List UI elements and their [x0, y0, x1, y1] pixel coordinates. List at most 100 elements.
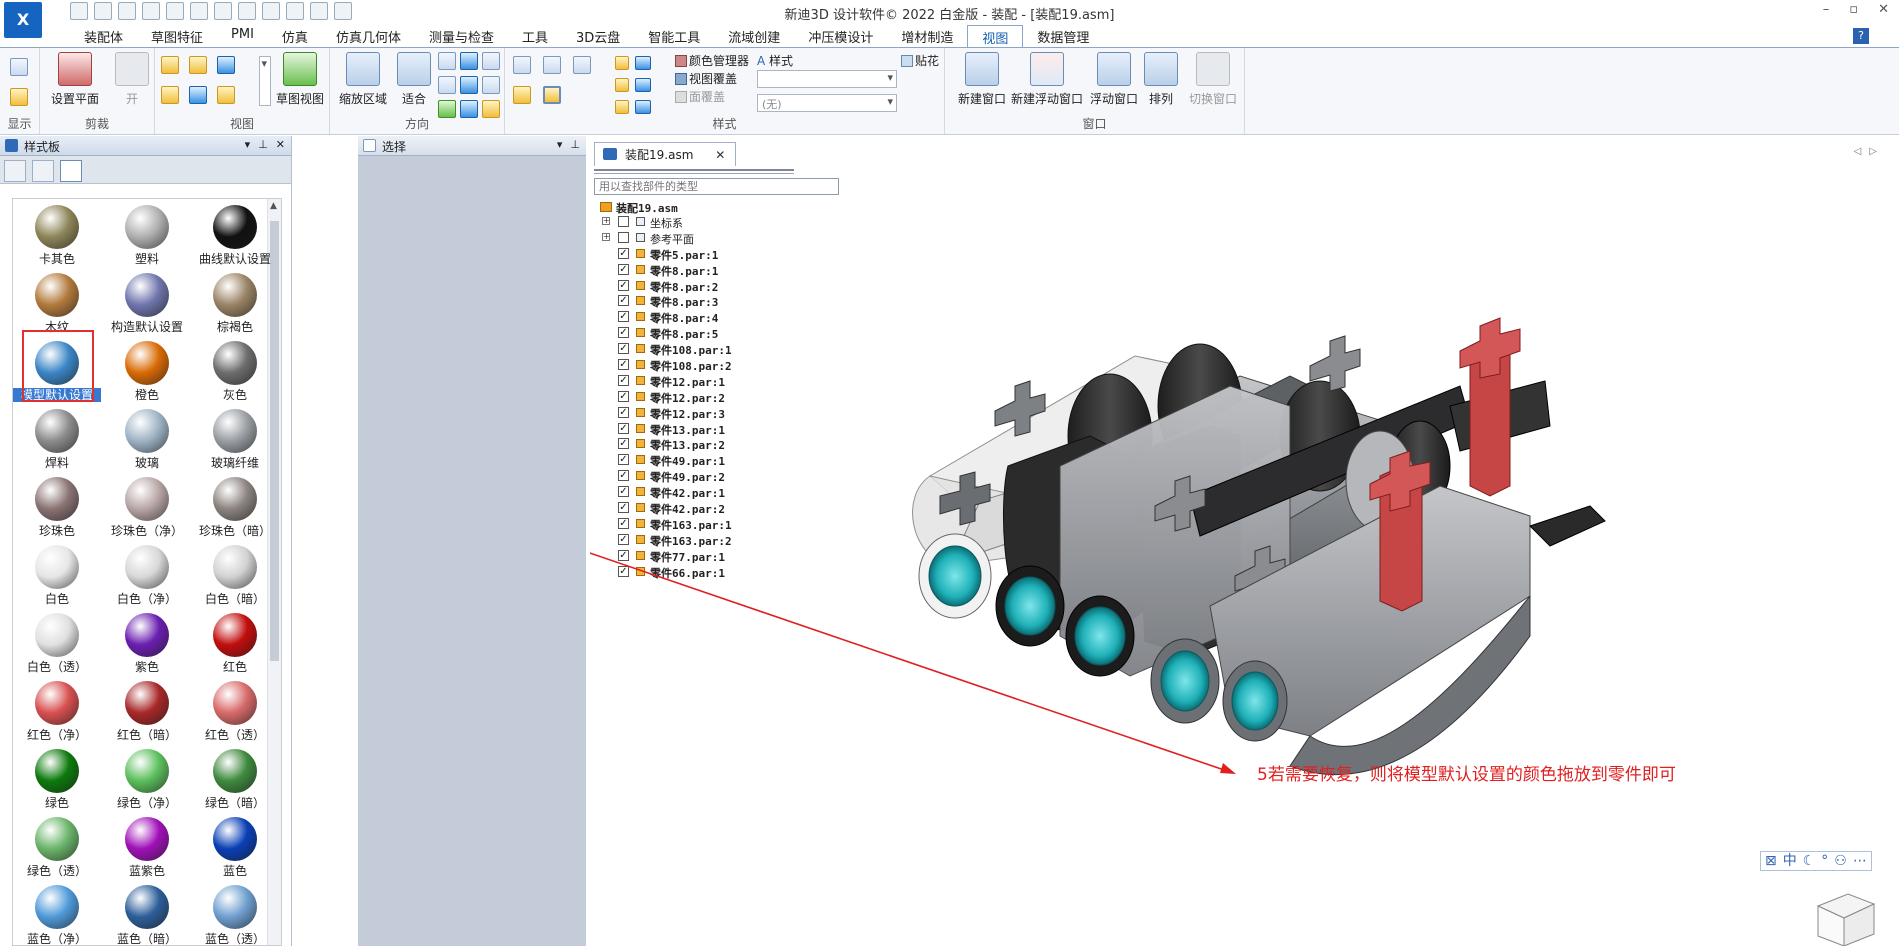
visibility-checkbox[interactable]	[618, 231, 629, 243]
tree-item[interactable]: ✓ 零件66.par:1	[600, 565, 900, 581]
tree-item[interactable]: ✓ 零件8.par:3	[600, 294, 900, 310]
panel-close-icon[interactable]: ✕	[276, 138, 285, 151]
document-tab[interactable]: 装配19.asm ✕	[594, 142, 737, 166]
tree-item[interactable]: ✓ 零件12.par:1	[600, 374, 900, 390]
view-top-icon[interactable]	[161, 56, 179, 74]
visibility-checkbox[interactable]: ✓	[618, 327, 629, 339]
status-icon[interactable]: °	[1821, 853, 1828, 869]
assembly-model[interactable]	[912, 317, 1606, 775]
view-combo-scroll[interactable]	[259, 56, 271, 106]
material-swatch[interactable]: 紫色	[103, 607, 191, 675]
tree-item[interactable]: ✓ 零件77.par:1	[600, 549, 900, 565]
material-swatch[interactable]: 曲线默认设置	[191, 199, 279, 267]
tree-item[interactable]: ✓ 零件108.par:2	[600, 358, 900, 374]
view-bottom-icon[interactable]	[217, 86, 235, 104]
visibility-checkbox[interactable]: ✓	[618, 422, 629, 434]
material-swatch[interactable]: 白色（净）	[103, 539, 191, 607]
visibility-checkbox[interactable]: ✓	[618, 565, 629, 577]
visibility-checkbox[interactable]: ✓	[618, 486, 629, 498]
visibility-checkbox[interactable]: ✓	[618, 438, 629, 450]
panel-pin-icon[interactable]: ⊥	[258, 138, 268, 151]
sketch-view-button[interactable]: 草图视图	[273, 52, 327, 107]
arrange-button[interactable]: 排列	[1143, 52, 1179, 107]
reflect-icon[interactable]	[615, 100, 629, 114]
expand-icon[interactable]: +	[602, 217, 610, 225]
visibility-checkbox[interactable]: ✓	[618, 406, 629, 418]
tree-item[interactable]: ✓ 零件8.par:5	[600, 326, 900, 342]
menu-tab-11[interactable]: 增材制造	[887, 25, 967, 47]
tree-item[interactable]: ✓ 零件8.par:1	[600, 263, 900, 279]
new-window-button[interactable]: 新建窗口	[957, 52, 1007, 107]
tree-item[interactable]: ✓ 零件8.par:2	[600, 279, 900, 295]
minimize-button[interactable]: –	[1823, 2, 1830, 17]
tree-item[interactable]: + 参考平面	[600, 231, 900, 247]
tree-item[interactable]: ✓ 零件108.par:1	[600, 342, 900, 358]
rotate-icon[interactable]	[460, 76, 478, 94]
expand-icon[interactable]: +	[602, 232, 610, 241]
palette-tab-structure[interactable]	[32, 160, 54, 182]
status-icon[interactable]: ☾	[1803, 853, 1816, 869]
material-swatch[interactable]: 构造默认设置	[103, 267, 191, 335]
shaded-icon[interactable]	[513, 86, 531, 104]
visibility-checkbox[interactable]: ✓	[618, 311, 629, 323]
view-cube[interactable]	[1808, 886, 1878, 946]
visibility-checkbox[interactable]: ✓	[618, 533, 629, 545]
texture-icon[interactable]	[635, 100, 651, 114]
material-swatch[interactable]: 卡其色	[13, 199, 101, 267]
material-swatch[interactable]: 珍珠色（净）	[103, 471, 191, 539]
visibility-checkbox[interactable]: ✓	[618, 470, 629, 482]
wireframe-icon[interactable]	[513, 56, 531, 74]
help-icon[interactable]: ?	[1853, 28, 1869, 44]
style-combo[interactable]	[757, 70, 897, 88]
visibility-checkbox[interactable]: ✓	[618, 279, 629, 291]
visible-edges-icon[interactable]	[573, 56, 591, 74]
material-swatch[interactable]: 红色	[191, 607, 279, 675]
fit-button[interactable]: 适合	[396, 52, 432, 107]
zoom-area-button[interactable]: 缩放区域	[338, 52, 388, 107]
spin-icon[interactable]	[482, 76, 500, 94]
shaded-edges-icon[interactable]	[543, 86, 561, 104]
status-icon[interactable]: ⊠	[1765, 853, 1777, 869]
menu-tab-2[interactable]: PMI	[217, 25, 268, 47]
menu-tab-9[interactable]: 流域创建	[714, 25, 794, 47]
set-plane-button[interactable]: 设置平面	[50, 52, 100, 107]
zoom-window-icon[interactable]	[438, 76, 456, 94]
material-swatch[interactable]: 珍珠色（暗）	[191, 471, 279, 539]
tree-item[interactable]: ✓ 零件12.par:3	[600, 406, 900, 422]
perspective-icon[interactable]	[635, 56, 651, 70]
menu-tab-6[interactable]: 工具	[508, 25, 562, 47]
tree-item[interactable]: ✓ 零件163.par:2	[600, 533, 900, 549]
color-manager-button[interactable]: 颜色管理器	[675, 52, 749, 69]
select-panel-pin-icon[interactable]: ⊥	[570, 138, 580, 151]
tree-item[interactable]: ✓ 零件42.par:1	[600, 485, 900, 501]
visibility-checkbox[interactable]: ✓	[618, 359, 629, 371]
tree-item[interactable]: ✓ 零件5.par:1	[600, 247, 900, 263]
menu-tab-7[interactable]: 3D云盘	[562, 25, 634, 47]
tree-item[interactable]: ✓ 零件12.par:2	[600, 390, 900, 406]
material-swatch[interactable]: 橙色	[103, 335, 191, 403]
visibility-checkbox[interactable]: ✓	[618, 390, 629, 402]
material-swatch[interactable]: 绿色	[13, 743, 101, 811]
material-swatch[interactable]: 灰色	[191, 335, 279, 403]
part-search-input[interactable]	[594, 178, 839, 195]
material-swatch[interactable]: 木纹	[13, 267, 101, 335]
tree-item[interactable]: ✓ 零件42.par:2	[600, 501, 900, 517]
tree-item[interactable]: ✓ 零件13.par:1	[600, 422, 900, 438]
face-overlay-button[interactable]: 面覆盖	[675, 88, 725, 105]
material-swatch[interactable]: 白色（暗）	[191, 539, 279, 607]
float-window-button[interactable]: 浮动窗口	[1089, 52, 1139, 107]
view-right-icon[interactable]	[217, 56, 235, 74]
visibility-checkbox[interactable]: ✓	[618, 502, 629, 514]
status-icon[interactable]: ⋯	[1853, 853, 1867, 869]
material-swatch[interactable]: 蓝色	[191, 811, 279, 879]
light-icon[interactable]	[615, 78, 629, 92]
tree-item[interactable]: ✓ 零件49.par:2	[600, 469, 900, 485]
material-swatch[interactable]: 玻璃纤维	[191, 403, 279, 471]
view-back-icon[interactable]	[189, 86, 207, 104]
material-swatch[interactable]: 蓝色（净）	[13, 879, 101, 945]
visibility-checkbox[interactable]: ✓	[618, 295, 629, 307]
material-swatch[interactable]: 红色（暗）	[103, 675, 191, 743]
style-none-combo[interactable]: (无)	[757, 94, 897, 112]
document-tab-close-icon[interactable]: ✕	[715, 148, 725, 162]
panel-menu-icon[interactable]: ▾	[245, 138, 251, 151]
